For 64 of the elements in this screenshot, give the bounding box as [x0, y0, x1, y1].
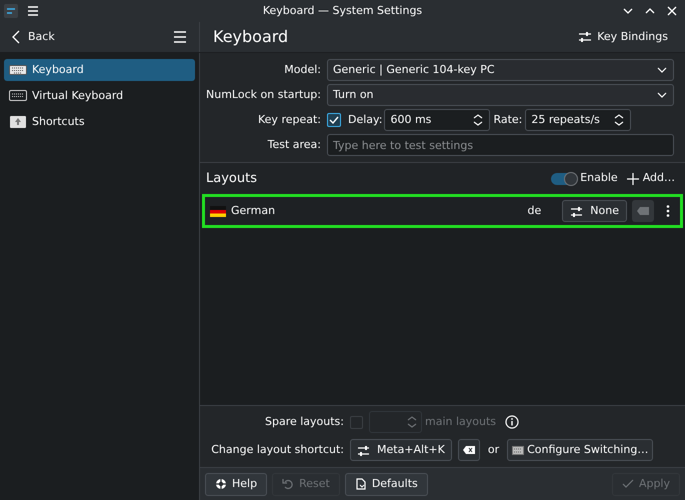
key-bindings-button[interactable]: Key Bindings	[574, 28, 672, 46]
field-label: main layouts	[425, 414, 496, 430]
menu-icon[interactable]	[173, 31, 187, 43]
arrow-key-icon	[9, 115, 27, 129]
backspace-icon	[637, 207, 649, 215]
help-button[interactable]: Help	[205, 472, 268, 496]
sliders-icon	[357, 444, 369, 456]
test-input-field[interactable]: Type here to test settings	[327, 134, 674, 156]
field-label: Test area:	[266, 136, 322, 153]
clear-button[interactable]	[458, 439, 480, 461]
info-icon	[505, 415, 520, 429]
more-options-icon	[666, 205, 670, 217]
sliders-icon	[570, 205, 582, 217]
shortcut-button[interactable]: None	[562, 200, 627, 222]
window-title: Keyboard — System Settings	[262, 2, 422, 19]
menu-icon	[26, 4, 40, 18]
layout-code: de	[528, 202, 542, 219]
plus-icon	[626, 172, 639, 184]
defaults-button[interactable]: Defaults	[344, 472, 428, 496]
spinbox[interactable]	[369, 411, 422, 433]
backspace-icon	[462, 446, 475, 454]
sidebar-item[interactable]: Shortcuts	[4, 111, 195, 133]
lifebuoy-icon	[215, 478, 227, 490]
minimize-icon	[623, 6, 633, 16]
keyboard-icon	[9, 63, 27, 77]
app-icon	[4, 4, 18, 18]
numlock-dropdown[interactable]: Turn on	[327, 84, 674, 106]
or-label: or	[488, 442, 500, 458]
sliders-icon	[578, 30, 592, 44]
spin-arrows-icon	[472, 113, 484, 127]
spin-arrows-icon	[406, 415, 418, 429]
spin-arrows-icon	[613, 113, 626, 127]
maximize-icon	[645, 6, 655, 16]
checkmark-icon	[622, 478, 634, 490]
field-label: Change layout shortcut:	[210, 442, 345, 458]
field-label: NumLock on startup:	[205, 86, 322, 103]
keyboard-icon	[512, 444, 524, 456]
field-label: Model:	[283, 62, 322, 78]
delay-spinbox[interactable]: 600 ms	[384, 109, 490, 131]
keyboard-icon	[9, 89, 27, 103]
model-dropdown[interactable]: Generic | Generic 104-key PC	[327, 59, 674, 81]
document-icon	[354, 478, 367, 490]
toggle-label: Enable	[580, 170, 618, 186]
back-button[interactable]: Back	[8, 25, 59, 49]
close-icon	[667, 6, 677, 16]
undo-icon	[282, 478, 294, 490]
sidebar-item[interactable]: Keyboard	[4, 59, 195, 81]
checkbox[interactable]	[327, 113, 341, 127]
layout-row[interactable]: German de None	[202, 194, 683, 228]
section-title: Layouts	[206, 170, 257, 188]
field-label: Key repeat:	[257, 112, 322, 128]
add-button[interactable]: Add…	[626, 170, 675, 187]
sidebar-item[interactable]: Virtual Keyboard	[4, 85, 195, 107]
rate-spinbox[interactable]: 25 repeats/s	[525, 109, 632, 131]
configure-switching-button[interactable]: Configure Switching…	[507, 439, 654, 461]
field-label: Delay:	[348, 112, 382, 128]
shortcut-button[interactable]: Meta+Alt+K	[350, 439, 452, 461]
field-label: Rate:	[493, 112, 522, 128]
field-label: Spare layouts:	[264, 414, 345, 430]
flag-icon	[210, 206, 226, 216]
toggle-switch[interactable]	[551, 172, 578, 184]
layout-name: German	[231, 202, 276, 219]
checkbox[interactable]	[350, 416, 363, 428]
page-title: Keyboard	[213, 26, 288, 48]
